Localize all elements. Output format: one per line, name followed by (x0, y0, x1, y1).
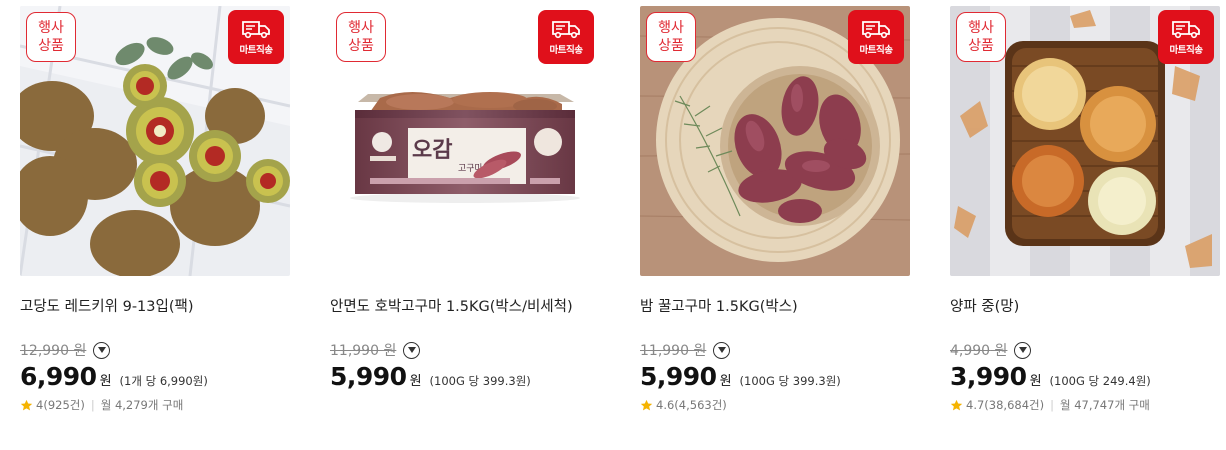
mart-delivery-badge: 마트직송 (1158, 10, 1214, 64)
sale-price: 3,990 (950, 362, 1027, 391)
original-price: 4,990 원 (950, 343, 1008, 359)
event-badge: 행사 상품 (336, 12, 386, 62)
divider: | (90, 398, 95, 412)
review-count[interactable]: (4,563건) (674, 397, 726, 413)
original-price: 12,990 원 (20, 343, 87, 359)
chevron-down-icon (97, 347, 106, 353)
unit-price: (1개 당 6,990원) (119, 374, 208, 388)
rating-row: 4 (925건) | 월 4,279개 구매 (20, 397, 290, 413)
price-detail-toggle[interactable] (1014, 341, 1032, 359)
product-image[interactable]: 행사 상품 마트직송 (950, 6, 1220, 276)
unit-price: (100G 당 399.3원) (429, 374, 531, 388)
star-icon (950, 399, 963, 410)
rating-value: 4.7 (966, 398, 985, 412)
original-price-row: 12,990 원 (20, 340, 290, 360)
price-detail-toggle[interactable] (93, 341, 111, 359)
truck-icon (862, 20, 890, 38)
truck-icon (242, 20, 270, 38)
truck-icon (1172, 20, 1200, 38)
sale-price: 5,990 (640, 362, 717, 391)
currency: 원 (409, 374, 422, 389)
event-badge: 행사 상품 (26, 12, 76, 62)
chevron-down-icon (717, 347, 726, 353)
price-row: 5,990 원 (100G 당 399.3원) (640, 362, 910, 391)
purchase-count: 월 47,747개 구매 (1059, 398, 1150, 412)
star-icon (640, 399, 653, 410)
product-card[interactable]: 행사 상품 마트직송 밤 꿀고구마 1.5KG(박스) 11,990 원 5,9… (640, 6, 910, 436)
sale-price: 5,990 (330, 362, 407, 391)
unit-price: (100G 당 249.4원) (1049, 374, 1151, 388)
price-row: 3,990 원 (100G 당 249.4원) (950, 362, 1220, 391)
mart-delivery-badge: 마트직송 (538, 10, 594, 64)
original-price-row: 4,990 원 (950, 340, 1220, 360)
product-name[interactable]: 양파 중(망) (950, 295, 1220, 317)
original-price-row: 11,990 원 (640, 340, 910, 360)
original-price-row: 11,990 원 (330, 340, 600, 360)
rating-row: 4.6 (4,563건) (640, 397, 910, 413)
product-image[interactable]: 행사 상품 마트직송 (20, 6, 290, 276)
currency: 원 (719, 374, 732, 389)
chevron-down-icon (407, 347, 416, 353)
review-count[interactable]: (925건) (43, 397, 85, 413)
box-brand-text: 오감 (412, 138, 452, 163)
product-card[interactable]: 오감 고구마 행사 상품 마트직송 안면도 호박고구마 1.5KG(박스/비세척… (330, 6, 600, 436)
price-detail-toggle[interactable] (713, 341, 731, 359)
product-name[interactable]: 고당도 레드키위 9-13입(팩) (20, 295, 290, 317)
rating-value: 4 (36, 398, 44, 412)
currency: 원 (99, 374, 112, 389)
original-price: 11,990 원 (330, 343, 397, 359)
mart-delivery-badge: 마트직송 (228, 10, 284, 64)
truck-icon (552, 20, 580, 38)
sale-price: 6,990 (20, 362, 97, 391)
product-card[interactable]: 행사 상품 마트직송 고당도 레드키위 9-13입(팩) 12,990 원 6,… (20, 6, 290, 436)
product-card[interactable]: 행사 상품 마트직송 양파 중(망) 4,990 원 3,990 원 (100G… (950, 6, 1220, 436)
rating-value: 4.6 (656, 398, 675, 412)
price-row: 6,990 원 (1개 당 6,990원) (20, 362, 290, 391)
product-grid: 행사 상품 마트직송 고당도 레드키위 9-13입(팩) 12,990 원 6,… (0, 0, 1226, 450)
price-row: 5,990 원 (100G 당 399.3원) (330, 362, 600, 391)
product-name[interactable]: 밤 꿀고구마 1.5KG(박스) (640, 295, 910, 317)
original-price: 11,990 원 (640, 343, 707, 359)
product-image[interactable]: 행사 상품 마트직송 (640, 6, 910, 276)
currency: 원 (1029, 374, 1042, 389)
rating-row: 4.7 (38,684건) | 월 47,747개 구매 (950, 397, 1220, 413)
star-icon (20, 399, 33, 410)
purchase-count: 월 4,279개 구매 (100, 398, 184, 412)
divider: | (1050, 398, 1054, 412)
event-badge: 행사 상품 (646, 12, 696, 62)
mart-delivery-badge: 마트직송 (848, 10, 904, 64)
product-name[interactable]: 안면도 호박고구마 1.5KG(박스/비세척) (330, 295, 600, 317)
event-badge: 행사 상품 (956, 12, 1006, 62)
price-detail-toggle[interactable] (403, 341, 421, 359)
review-count[interactable]: (38,684건) (984, 397, 1044, 413)
unit-price: (100G 당 399.3원) (739, 374, 841, 388)
chevron-down-icon (1018, 347, 1027, 353)
product-image[interactable]: 오감 고구마 행사 상품 마트직송 (330, 6, 600, 276)
